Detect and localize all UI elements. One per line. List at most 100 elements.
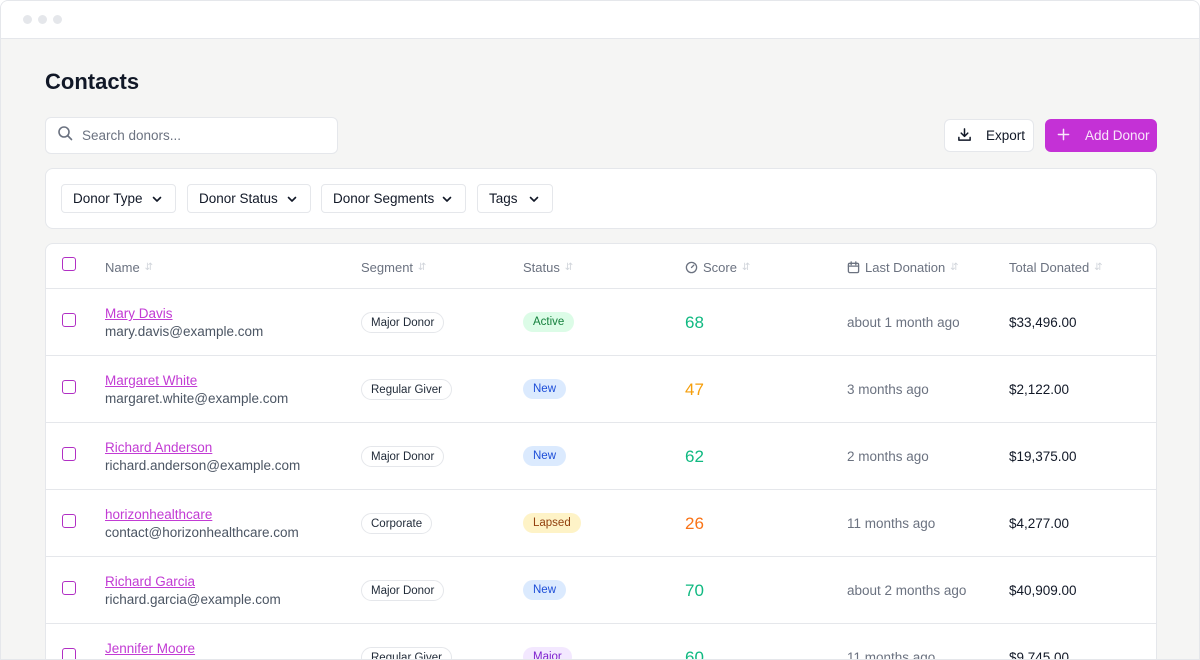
column-label: Last Donation xyxy=(865,260,946,275)
row-checkbox[interactable] xyxy=(62,313,76,327)
contact-email: mary.davis@example.com xyxy=(105,324,264,339)
total-donated: $40,909.00 xyxy=(1009,583,1077,598)
filter-donor-type[interactable]: Donor Type xyxy=(61,184,176,213)
contact-email: richard.anderson@example.com xyxy=(105,458,301,473)
download-icon xyxy=(957,127,986,145)
window-dot-icon xyxy=(38,15,47,24)
total-donated: $33,496.00 xyxy=(1009,315,1077,330)
contact-email: richard.garcia@example.com xyxy=(105,592,281,607)
column-label: Status xyxy=(523,260,560,275)
row-checkbox[interactable] xyxy=(62,380,76,394)
status-badge: New xyxy=(523,580,567,600)
score-value: 62 xyxy=(685,447,704,466)
total-donated: $9,745.00 xyxy=(1009,650,1070,660)
contact-email: contact@horizonhealthcare.com xyxy=(105,525,299,540)
contact-email: margaret.white@example.com xyxy=(105,391,289,406)
window-dot-icon xyxy=(53,15,62,24)
add-donor-button[interactable]: Add Donor xyxy=(1045,119,1157,152)
chevron-down-icon xyxy=(442,196,452,202)
gauge-icon xyxy=(685,261,698,274)
sort-icon: ⇵ xyxy=(1094,261,1103,273)
search-icon xyxy=(57,125,73,146)
last-donation: 11 months ago xyxy=(847,516,936,531)
score-value: 26 xyxy=(685,514,704,533)
segment-badge: Regular Giver xyxy=(361,647,452,659)
column-header-last-donation[interactable]: Last Donation ⇵ xyxy=(847,260,959,275)
last-donation: about 2 months ago xyxy=(847,583,967,598)
total-donated: $19,375.00 xyxy=(1009,449,1077,464)
contact-name-link[interactable]: Richard Garcia xyxy=(105,574,195,589)
column-header-total-donated[interactable]: Total Donated ⇵ xyxy=(1009,260,1103,275)
column-header-score[interactable]: Score ⇵ xyxy=(685,260,750,275)
last-donation: 2 months ago xyxy=(847,449,929,464)
status-badge: Active xyxy=(523,312,575,332)
export-label: Export xyxy=(986,128,1026,143)
search-box[interactable] xyxy=(45,117,338,154)
chevron-down-icon xyxy=(287,196,297,202)
contacts-table: Name ⇵ Segment ⇵ Status ⇵ Score ⇵ Last Donat… xyxy=(45,243,1157,660)
sort-icon: ⇵ xyxy=(564,261,574,273)
segment-badge: Major Donor xyxy=(361,446,445,467)
row-checkbox[interactable] xyxy=(62,581,76,595)
app-window: Contacts Export Add Donor Donor Type Don… xyxy=(0,0,1200,660)
total-donated: $2,122.00 xyxy=(1009,382,1070,397)
sort-icon: ⇵ xyxy=(741,261,751,273)
filter-donor-status[interactable]: Donor Status xyxy=(187,184,311,213)
calendar-icon xyxy=(847,261,860,274)
add-donor-label: Add Donor xyxy=(1085,128,1150,143)
last-donation: 3 months ago xyxy=(847,382,929,397)
select-all-checkbox[interactable] xyxy=(62,257,76,271)
table-row[interactable]: Mary Davis mary.davis@example.com Major … xyxy=(46,289,1156,356)
row-checkbox[interactable] xyxy=(62,447,76,461)
row-checkbox[interactable] xyxy=(62,514,76,528)
row-checkbox[interactable] xyxy=(62,648,76,659)
contact-name-link[interactable]: Richard Anderson xyxy=(105,440,212,455)
table-row[interactable]: Margaret White margaret.white@example.co… xyxy=(46,356,1156,423)
status-badge: Major xyxy=(523,647,572,659)
score-value: 68 xyxy=(685,313,704,332)
sort-icon: ⇵ xyxy=(144,261,154,273)
filter-label: Donor Type xyxy=(73,191,143,206)
chevron-down-icon xyxy=(529,196,539,202)
column-header-segment[interactable]: Segment ⇵ xyxy=(361,260,426,275)
page-title: Contacts xyxy=(45,69,140,94)
score-value: 70 xyxy=(685,581,704,600)
column-label: Name xyxy=(105,260,140,275)
plus-icon xyxy=(1057,128,1085,144)
contact-name-link[interactable]: Mary Davis xyxy=(105,306,173,321)
total-donated: $4,277.00 xyxy=(1009,516,1070,531)
filter-bar: Donor Type Donor Status Donor Segments T… xyxy=(45,168,1157,229)
contact-name-link[interactable]: horizonhealthcare xyxy=(105,507,212,522)
table-row[interactable]: Jennifer Moore Regular Giver Major 60 11… xyxy=(46,624,1156,660)
contact-name-link[interactable]: Jennifer Moore xyxy=(105,641,195,656)
column-header-status[interactable]: Status ⇵ xyxy=(523,260,573,275)
filter-donor-segments[interactable]: Donor Segments xyxy=(321,184,466,213)
segment-badge: Corporate xyxy=(361,513,433,534)
status-badge: New xyxy=(523,379,567,399)
status-badge: New xyxy=(523,446,567,466)
last-donation: about 1 month ago xyxy=(847,315,960,330)
table-header: Name ⇵ Segment ⇵ Status ⇵ Score ⇵ Last Donat… xyxy=(46,244,1156,289)
table-row[interactable]: Richard Anderson richard.anderson@exampl… xyxy=(46,423,1156,490)
segment-badge: Major Donor xyxy=(361,580,445,601)
table-row[interactable]: Richard Garcia richard.garcia@example.co… xyxy=(46,557,1156,624)
filter-label: Donor Status xyxy=(199,191,278,206)
search-input[interactable] xyxy=(82,128,312,143)
chevron-down-icon xyxy=(152,196,162,202)
last-donation: 11 months ago xyxy=(847,650,936,660)
segment-badge: Regular Giver xyxy=(361,379,452,400)
contact-name-link[interactable]: Margaret White xyxy=(105,373,197,388)
column-header-name[interactable]: Name ⇵ xyxy=(105,260,153,275)
segment-badge: Major Donor xyxy=(361,312,445,333)
column-label: Score xyxy=(703,260,737,275)
filter-tags[interactable]: Tags xyxy=(477,184,553,213)
filter-label: Donor Segments xyxy=(333,191,435,206)
column-label: Total Donated xyxy=(1009,260,1090,275)
table-row[interactable]: horizonhealthcare contact@horizonhealthc… xyxy=(46,490,1156,557)
window-dot-icon xyxy=(23,15,32,24)
sort-icon: ⇵ xyxy=(950,261,959,273)
export-button[interactable]: Export xyxy=(944,119,1034,152)
status-badge: Lapsed xyxy=(523,513,581,533)
window-titlebar xyxy=(1,1,1199,39)
sort-icon: ⇵ xyxy=(418,261,427,273)
